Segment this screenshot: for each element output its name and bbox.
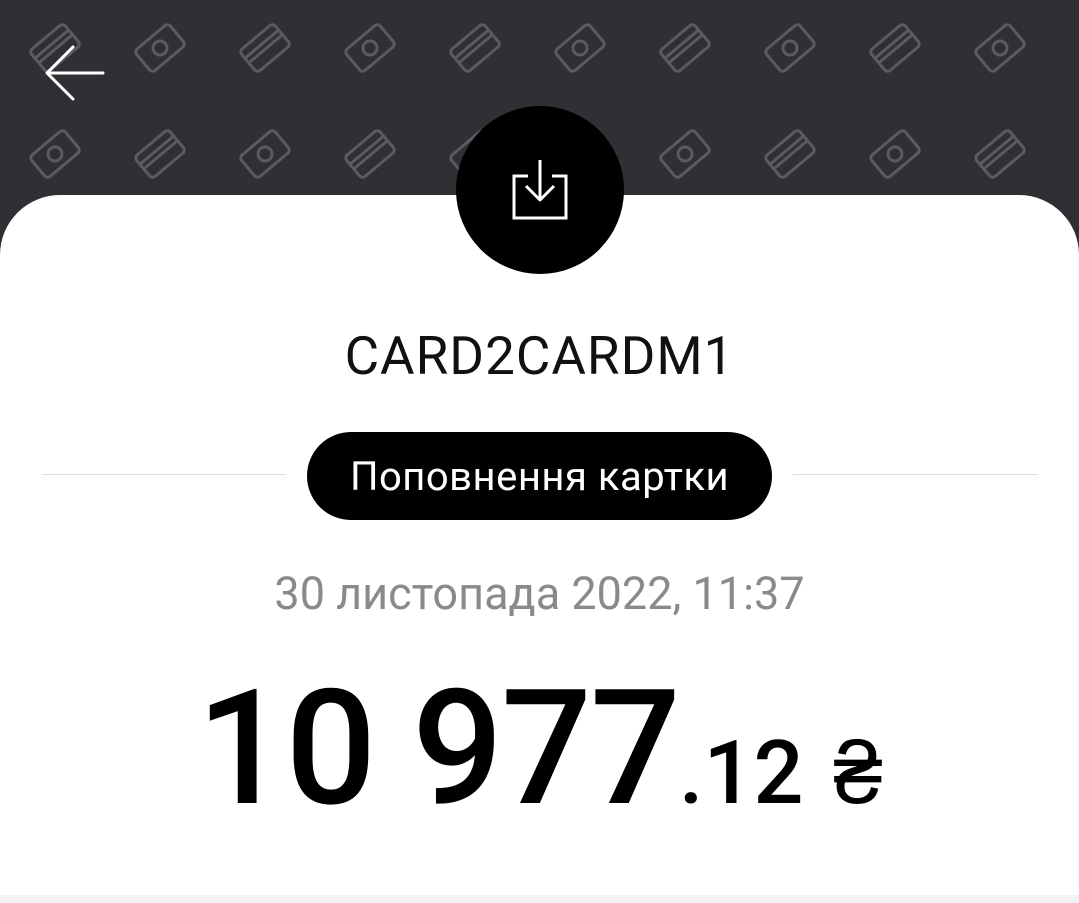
transaction-type-badge [456, 106, 624, 274]
amount-fraction: .12 [679, 722, 804, 825]
money-icon [239, 129, 291, 179]
back-button[interactable] [40, 40, 110, 106]
divider-left [42, 474, 286, 475]
card-icon [344, 129, 396, 179]
money-icon [344, 23, 396, 73]
merchant-name: CARD2CARDM1 [344, 325, 735, 387]
bottom-strip [0, 895, 1079, 903]
money-icon [29, 129, 81, 179]
divider-right [793, 474, 1038, 475]
card-icon [134, 129, 186, 179]
card-icon [239, 23, 291, 73]
card-icon [449, 23, 501, 73]
money-icon [764, 23, 816, 73]
money-icon [134, 23, 186, 73]
amount-integer: 10 977 [196, 656, 681, 843]
category-chip[interactable]: Поповнення картки [307, 432, 772, 520]
money-icon [869, 129, 921, 179]
money-icon [974, 23, 1026, 73]
download-icon [512, 160, 568, 220]
card-icon [974, 129, 1026, 179]
transaction-amount: 10 977.12 ₴ [0, 670, 1079, 830]
money-icon [659, 129, 711, 179]
card-icon [659, 23, 711, 73]
currency-symbol: ₴ [833, 722, 883, 825]
arrow-left-icon [45, 45, 105, 101]
card-icon [764, 129, 816, 179]
transaction-datetime: 30 листопада 2022, 11:37 [274, 567, 805, 620]
card-icon [869, 23, 921, 73]
money-icon [554, 23, 606, 73]
